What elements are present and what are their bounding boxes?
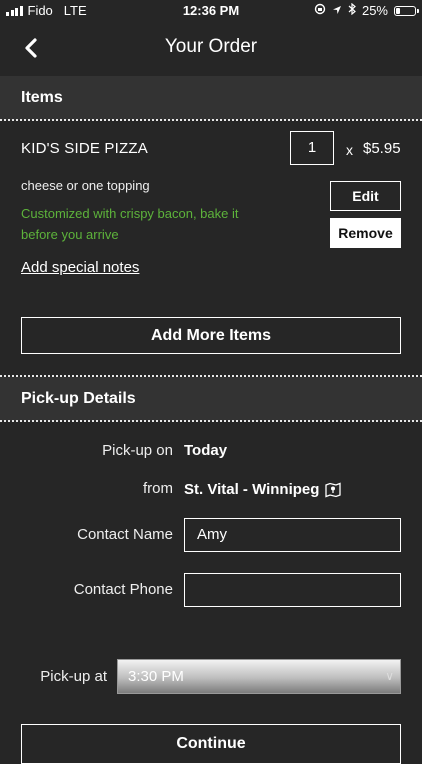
items-section-header: Items	[0, 76, 422, 120]
continue-button[interactable]: Continue	[21, 724, 401, 764]
contact-phone-label: Contact Phone	[73, 581, 173, 598]
contact-name-field[interactable]: Amy	[184, 518, 401, 552]
pickup-on-label: Pick-up on	[102, 442, 173, 459]
remove-button[interactable]: Remove	[330, 218, 401, 248]
pickup-section-header: Pick-up Details	[0, 377, 422, 421]
pickup-at-label: Pick-up at	[40, 668, 107, 685]
item-price: $5.95	[363, 140, 401, 157]
pickup-location[interactable]: St. Vital - Winnipeg	[184, 481, 342, 498]
contact-name-label: Contact Name	[77, 526, 173, 543]
contact-phone-field[interactable]	[184, 573, 401, 607]
status-bar: Fido LTE 12:36 PM 25%	[0, 0, 422, 22]
quantity-input[interactable]: 1	[290, 131, 334, 165]
times-sign: x	[346, 142, 353, 158]
add-special-notes-link[interactable]: Add special notes	[21, 259, 139, 276]
item-description: cheese or one topping	[21, 178, 150, 193]
map-icon	[325, 482, 342, 497]
item-customization: Customized with crispy bacon, bake it be…	[21, 206, 239, 242]
location-name: St. Vital - Winnipeg	[184, 481, 320, 498]
section-divider	[0, 119, 422, 121]
pickup-on-value: Today	[184, 442, 228, 459]
location-arrow-icon	[332, 3, 342, 18]
pickup-time-select[interactable]: 3:30 PM ∨	[117, 659, 401, 694]
edit-button[interactable]: Edit	[330, 181, 401, 211]
lock-rotation-icon	[314, 3, 326, 18]
battery-percent: 25%	[361, 3, 388, 18]
navigation-bar: Your Order	[0, 22, 422, 74]
bluetooth-icon	[348, 2, 356, 18]
from-label: from	[143, 480, 173, 497]
section-divider	[0, 420, 422, 422]
pickup-time-value: 3:30 PM	[128, 668, 184, 685]
dropdown-arrow-icon: ∨	[385, 669, 394, 683]
battery-icon	[394, 5, 419, 16]
item-name: KID'S SIDE PIZZA	[21, 140, 148, 157]
add-more-items-button[interactable]: Add More Items	[21, 317, 401, 354]
page-title: Your Order	[164, 36, 258, 57]
